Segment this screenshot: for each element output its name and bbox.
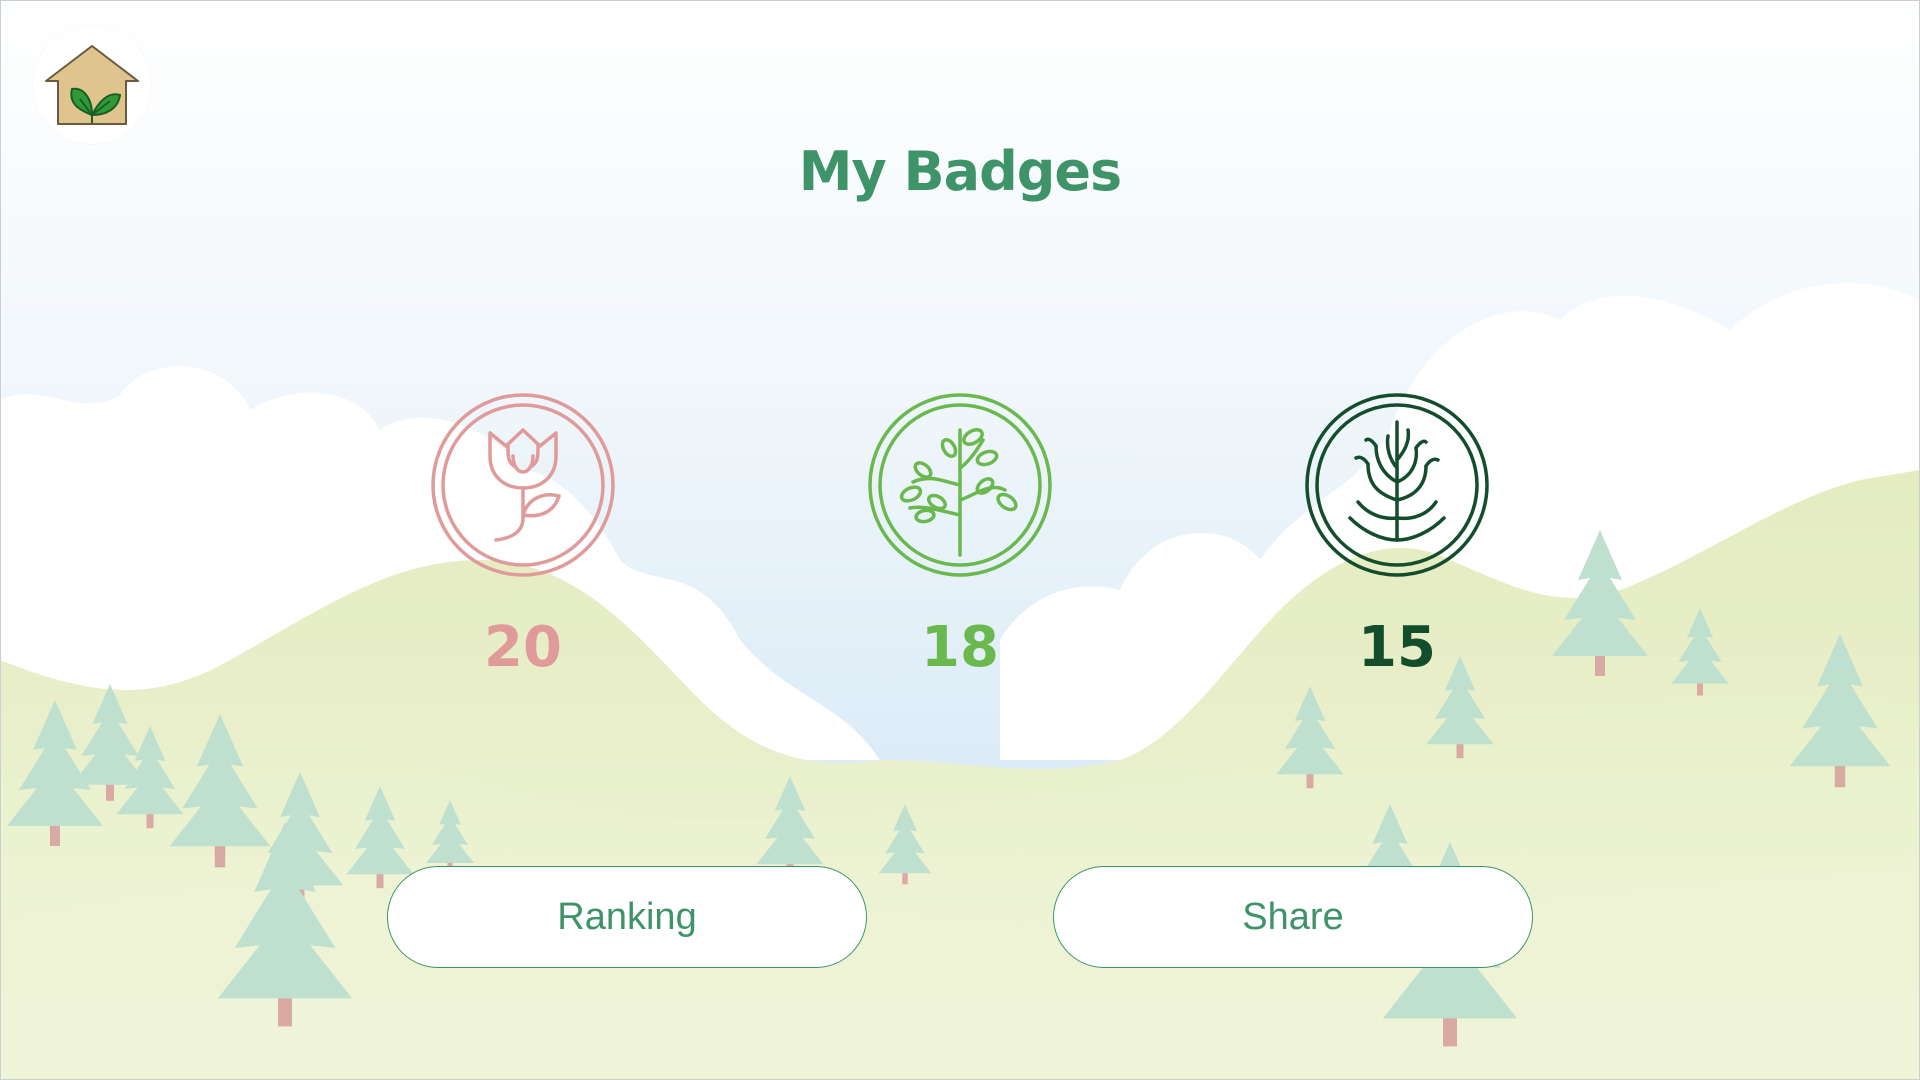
sapling-badge-count: 18 [921, 615, 999, 680]
sapling-badge[interactable]: 18 [865, 390, 1055, 676]
home-button[interactable] [33, 26, 151, 144]
share-button[interactable]: Share [1053, 866, 1533, 968]
tree-badge-icon [1305, 393, 1489, 577]
tree-badge-count: 15 [1358, 615, 1436, 680]
page-title: My Badges [798, 140, 1122, 203]
ranking-button[interactable]: Ranking [387, 866, 867, 968]
house-leaf-icon [45, 45, 139, 125]
flower-badge[interactable]: 20 [428, 390, 618, 676]
flower-badge-count: 20 [484, 615, 562, 680]
flower-badge-icon [431, 393, 615, 577]
tree-badge[interactable]: 15 [1302, 390, 1492, 676]
sapling-badge-icon [868, 393, 1052, 577]
